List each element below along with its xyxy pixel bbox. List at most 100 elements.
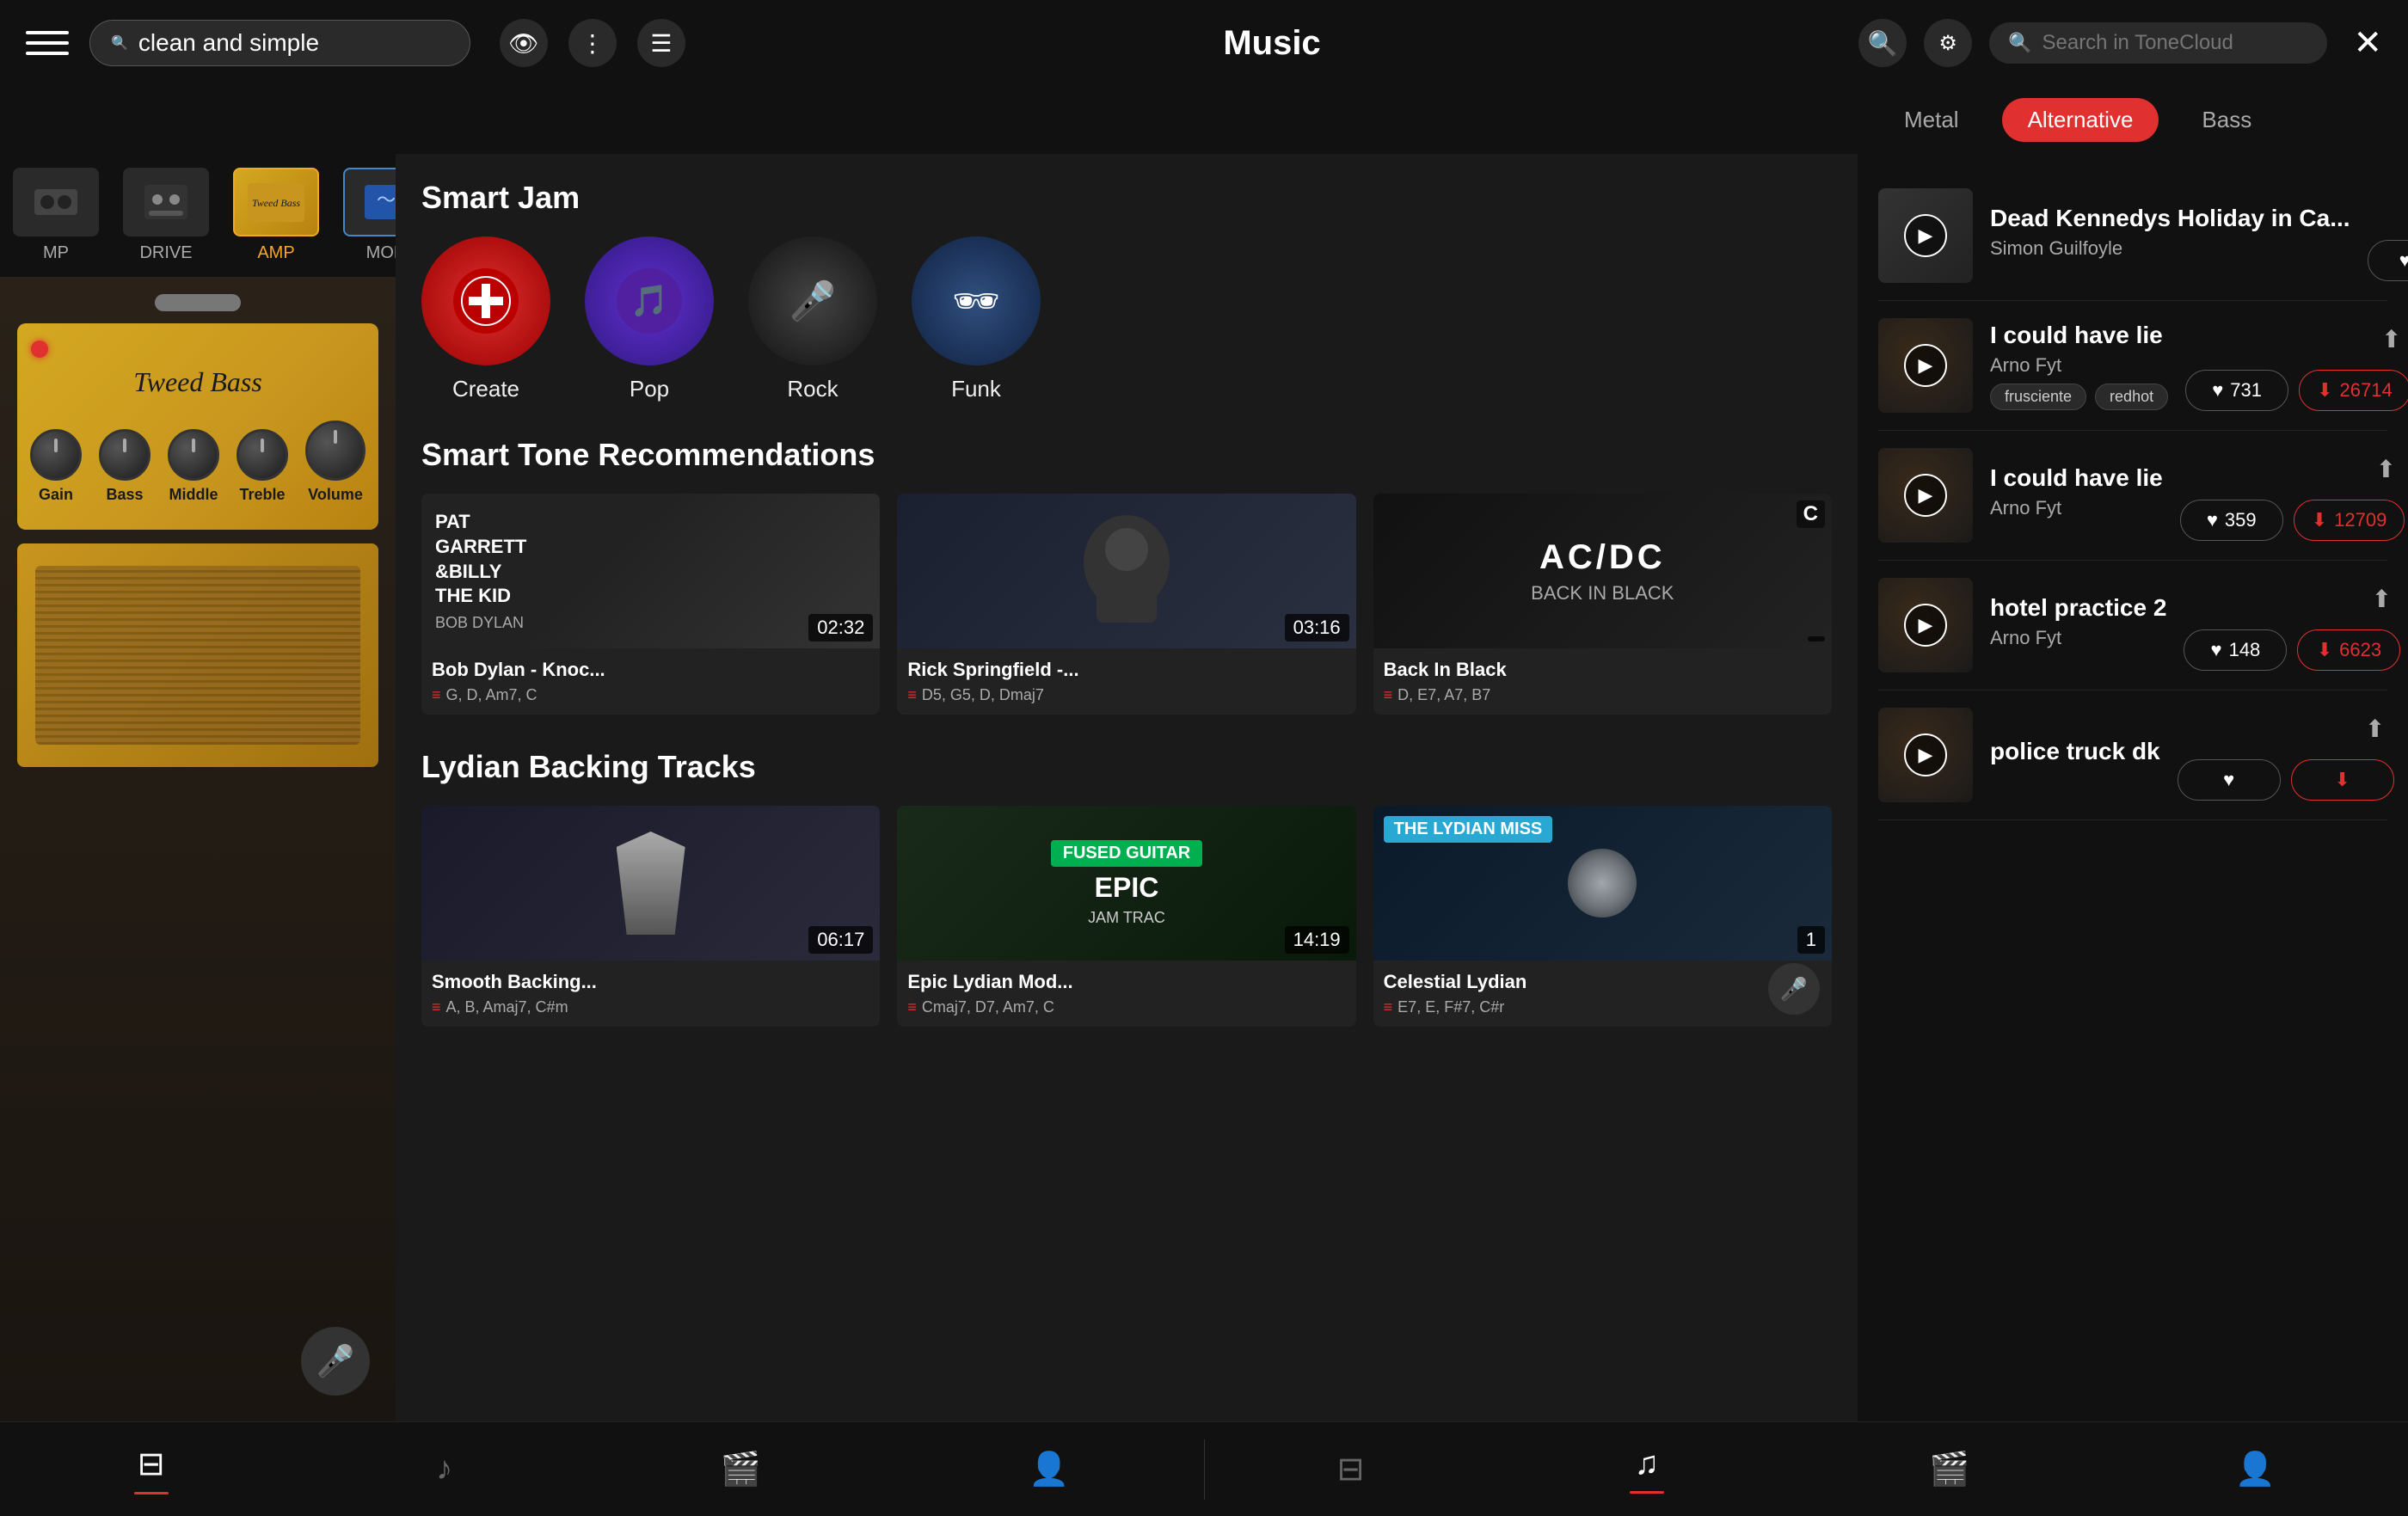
nav-left: ⊟ ♪ 🎬 👤 — [0, 1445, 1204, 1495]
download-icon-4: ⬇ — [2334, 769, 2350, 791]
nav-music-left[interactable]: ♪ — [436, 1451, 452, 1488]
tone-artist-3: Arno Fyt — [1990, 627, 2166, 649]
download-button-4[interactable]: ⬇ — [2291, 759, 2394, 801]
search-input[interactable] — [138, 29, 449, 57]
like-button-4[interactable]: ♥ — [2178, 759, 2281, 801]
video-nav-icon: 🎬 — [721, 1451, 761, 1488]
global-search-icon[interactable]: 🔍 — [1858, 19, 1907, 67]
nav-video-right[interactable]: 🎬 — [1929, 1451, 1969, 1488]
download-icon-2: ⬇ — [2312, 509, 2327, 531]
amp-item-drive[interactable]: DRIVE — [119, 168, 213, 263]
like-button-3[interactable]: ♥ 148 — [2184, 629, 2287, 671]
play-button-3[interactable]: ▶ — [1904, 604, 1947, 647]
jam-funk[interactable]: 🕶 Funk — [912, 236, 1041, 402]
filter-alternative[interactable]: Alternative — [2002, 98, 2159, 142]
smart-tone-title: Smart Tone Recommendations — [421, 437, 1832, 473]
video-card-celestial[interactable]: THE LYDIAN MISS 1 Celestial Lydian ≡ E7,… — [1373, 806, 1832, 1027]
nav-music-right[interactable]: ♫ — [1630, 1445, 1664, 1494]
filter-row: Metal Alternative Bass — [1858, 98, 2408, 142]
amp-display: Tweed Bass Gain Bass Middle — [0, 277, 396, 1421]
tone-item-0: ▶ Dead Kennedys Holiday in Ca... Simon G… — [1878, 171, 2387, 301]
video-card-smooth[interactable]: 06:17 Smooth Backing... ≡ A, B, Amaj7, C… — [421, 806, 880, 1027]
profile-nav-icon: 👤 — [1029, 1451, 1069, 1488]
amp-item-mod[interactable]: 〜 MOD — [339, 168, 396, 263]
tonecloud-search-bar[interactable]: 🔍 — [1989, 22, 2327, 64]
svg-text:〜: 〜 — [377, 189, 396, 211]
lydian-title: Lydian Backing Tracks — [421, 749, 1832, 785]
right-panel: ▶ Dead Kennedys Holiday in Ca... Simon G… — [1858, 154, 2408, 1421]
knob-gain[interactable]: Gain — [30, 429, 82, 504]
tone-artist-0: Simon Guilfoyle — [1990, 237, 2350, 260]
tone-tag-frusciente: frusciente — [1990, 384, 2086, 410]
share-button-2[interactable]: ⬆ — [2367, 450, 2405, 488]
video-card-rick[interactable]: 03:16 Rick Springfield -... ≡ D5, G5, D,… — [897, 494, 1355, 715]
svg-text:Tweed Bass: Tweed Bass — [252, 197, 300, 209]
top-bar: 🔍 👁 ⋮ ☰ Music 🔍 ⚙ 🔍 ✕ — [0, 0, 2408, 86]
tone-title-2: I could have lie — [1990, 464, 2163, 492]
like-button-1[interactable]: ♥ 731 — [2185, 370, 2288, 411]
like-button-0[interactable]: ♥ 36 — [2368, 240, 2408, 281]
profile-nav-icon-r: 👤 — [2235, 1451, 2276, 1488]
download-button-3[interactable]: ⬇ 6623 — [2297, 629, 2400, 671]
mic-button[interactable]: 🎤 — [301, 1327, 370, 1396]
nav-video-left[interactable]: 🎬 — [721, 1451, 761, 1488]
search-bar[interactable]: 🔍 — [89, 20, 470, 66]
mic-button-overlay[interactable]: 🎤 — [1768, 963, 1820, 1015]
amp-speaker — [17, 543, 378, 767]
amp-item-mp[interactable]: MP — [9, 168, 103, 263]
tone-thumb-2[interactable]: ▶ — [1878, 448, 1973, 543]
top-right-section: 🔍 ⚙ 🔍 ✕ — [1858, 19, 2382, 67]
nav-amp-left[interactable]: ⊟ — [134, 1445, 169, 1495]
video-card-acdc[interactable]: AC/DC BACK IN BLACK C Back In Black ≡ D,… — [1373, 494, 1832, 715]
nav-profile-right[interactable]: 👤 — [2235, 1451, 2276, 1488]
share-button-1[interactable]: ⬆ — [2373, 320, 2408, 358]
tone-thumb-1[interactable]: ▶ — [1878, 318, 1973, 413]
share-button-4[interactable]: ⬆ — [2356, 709, 2394, 747]
close-button[interactable]: ✕ — [2353, 23, 2382, 63]
tone-thumb-3[interactable]: ▶ — [1878, 578, 1973, 672]
tone-artist-1: Arno Fyt — [1990, 354, 2168, 377]
smart-tone-cards: PATGARRETT&BILLYTHE KID BOB DYLAN 02:32 … — [421, 494, 1832, 715]
nav-right: ⊟ ♫ 🎬 👤 — [1205, 1445, 2408, 1494]
filter-icon[interactable]: ⚙ — [1924, 19, 1972, 67]
menu-button[interactable] — [26, 21, 69, 64]
filter-bass[interactable]: Bass — [2176, 98, 2277, 142]
play-button-0[interactable]: ▶ — [1904, 214, 1947, 257]
play-button-4[interactable]: ▶ — [1904, 733, 1947, 776]
play-button-2[interactable]: ▶ — [1904, 474, 1947, 517]
knob-middle[interactable]: Middle — [168, 429, 219, 504]
jam-create[interactable]: Create — [421, 236, 550, 402]
menu-list-icon[interactable]: ☰ — [637, 19, 685, 67]
nav-profile-left[interactable]: 👤 — [1029, 1451, 1069, 1488]
knob-bass[interactable]: Bass — [99, 429, 150, 504]
video-nav-icon-r: 🎬 — [1929, 1451, 1969, 1488]
more-options-icon[interactable]: ⋮ — [568, 19, 617, 67]
power-light — [31, 341, 48, 358]
nav-amp-right[interactable]: ⊟ — [1337, 1450, 1365, 1488]
video-card-dylan[interactable]: PATGARRETT&BILLYTHE KID BOB DYLAN 02:32 … — [421, 494, 880, 715]
smart-jam-title: Smart Jam — [421, 180, 1832, 216]
eye-icon[interactable]: 👁 — [500, 19, 548, 67]
tone-item-4: ▶ police truck dk ⬆ ♥ ⬇ — [1878, 690, 2387, 820]
jam-rock[interactable]: 🎤 Rock — [748, 236, 877, 402]
bottom-nav: ⊟ ♪ 🎬 👤 ⊟ ♫ 🎬 👤 — [0, 1421, 2408, 1516]
jam-pop[interactable]: 🎵 Pop — [585, 236, 714, 402]
music-nav-icon: ♪ — [436, 1451, 452, 1488]
video-card-epic[interactable]: FUSED GUITAR EPIC JAM TRAC 14:19 Epic Ly… — [897, 806, 1355, 1027]
tonecloud-search-input[interactable] — [2042, 31, 2308, 55]
tone-thumb-4[interactable]: ▶ — [1878, 708, 1973, 802]
download-button-1[interactable]: ⬇ 26714 — [2299, 370, 2408, 411]
knob-volume[interactable]: Volume — [305, 420, 366, 504]
amp-strip: MP DRIVE Tweed Bass AMP 〜 MOD — [0, 154, 396, 277]
amp-item-amp[interactable]: Tweed Bass AMP — [229, 168, 323, 263]
tone-tag-redhot: redhot — [2095, 384, 2168, 410]
download-button-2[interactable]: ⬇ 12709 — [2294, 500, 2405, 541]
like-button-2[interactable]: ♥ 359 — [2180, 500, 2283, 541]
music-nav-icon-r: ♫ — [1634, 1445, 1659, 1482]
top-icons: 👁 ⋮ ☰ — [500, 19, 685, 67]
play-button-1[interactable]: ▶ — [1904, 344, 1947, 387]
filter-metal[interactable]: Metal — [1878, 98, 1985, 142]
knob-treble[interactable]: Treble — [236, 429, 288, 504]
share-button-3[interactable]: ⬆ — [2362, 580, 2400, 617]
tone-thumb-0[interactable]: ▶ — [1878, 188, 1973, 283]
